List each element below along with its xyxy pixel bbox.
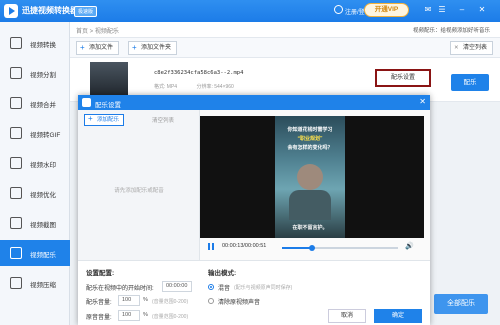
music-volume-input[interactable]: 100 bbox=[118, 295, 140, 306]
title-bar: 迅捷视频转换器 极速版 注册/登录 开通VIP ✉ ☰ – ✕ bbox=[0, 0, 500, 22]
sidebar-item[interactable]: 视频水印 bbox=[0, 150, 70, 176]
sidebar-item-icon bbox=[10, 217, 22, 229]
dialog-close-icon[interactable]: ✕ bbox=[419, 97, 426, 106]
volume-icon[interactable]: 🔊 bbox=[405, 242, 414, 250]
output-mode-title: 输出模式: bbox=[208, 270, 237, 277]
mix-option-label[interactable]: 混音 bbox=[218, 283, 230, 292]
music-list-panel: 添加配乐 清空列表 请先添加配乐或配音 bbox=[78, 110, 200, 260]
sidebar-item[interactable]: 视频转换 bbox=[0, 30, 70, 56]
sidebar-item[interactable]: 视频转GIF bbox=[0, 120, 70, 146]
sidebar-item-label: 视频配乐 bbox=[30, 252, 56, 259]
sidebar-item[interactable]: 视频压缩 bbox=[0, 270, 70, 296]
sidebar-item-label: 视频水印 bbox=[30, 162, 56, 169]
music-volume-unit: % bbox=[143, 297, 148, 303]
start-time-label: 配乐在视频中的开始时间: bbox=[86, 286, 154, 292]
sidebar-item[interactable]: 视频合并 bbox=[0, 90, 70, 116]
music-volume-hint: (音量范围0-200) bbox=[152, 299, 189, 305]
mix-option-note: (配乐与视频原声同时保存) bbox=[234, 285, 293, 291]
file-name: c8e2f336234cfa58c6a3--2.mp4 bbox=[154, 70, 244, 76]
player-controls: 00:00:13/00:00:51 🔊 bbox=[200, 240, 424, 254]
sidebar-item[interactable]: 视频优化 bbox=[0, 180, 70, 206]
file-format: 格式: MP4 bbox=[154, 84, 178, 90]
dub-settings-button[interactable]: 配乐设置 bbox=[375, 69, 431, 87]
cancel-button[interactable]: 取消 bbox=[328, 309, 366, 323]
sidebar-item-icon bbox=[10, 67, 22, 79]
original-volume-input[interactable]: 100 bbox=[118, 310, 140, 321]
dub-all-button[interactable]: 全部配乐 bbox=[434, 294, 488, 314]
add-file-button[interactable]: 添加文件 bbox=[76, 41, 120, 55]
sidebar-item-label: 视频截图 bbox=[30, 222, 56, 229]
sidebar-item-icon bbox=[10, 247, 22, 259]
video-person-face bbox=[297, 164, 323, 190]
sidebar-item-icon bbox=[10, 37, 22, 49]
sidebar-item-label: 视频优化 bbox=[30, 192, 56, 199]
sidebar-item-icon bbox=[10, 187, 22, 199]
file-resolution: 分辨率: 544×960 bbox=[196, 84, 234, 90]
progress-handle[interactable] bbox=[309, 245, 316, 251]
sidebar-item-label: 视频转GIF bbox=[30, 132, 61, 139]
breadcrumb[interactable]: 首页 > 视频配乐 bbox=[76, 26, 119, 35]
original-volume-hint: (音量范围0-200) bbox=[152, 314, 189, 320]
sidebar-item-label: 视频分割 bbox=[30, 72, 56, 79]
add-folder-button[interactable]: 添加文件夹 bbox=[128, 41, 178, 55]
confirm-button[interactable]: 确定 bbox=[374, 309, 422, 323]
feature-tip: 视频配乐：给视频添加好听音乐 bbox=[412, 28, 490, 34]
sidebar: 视频转换视频分割视频合并视频转GIF 视频水印视频优化视频截图视频配乐视频压缩 bbox=[0, 22, 70, 325]
empty-list-hint: 请先添加配乐或配音 bbox=[114, 188, 164, 194]
sidebar-item-icon bbox=[10, 127, 22, 139]
clear-music-list-button[interactable]: 清空列表 bbox=[152, 116, 174, 124]
progress-slider[interactable] bbox=[282, 245, 398, 251]
original-volume-unit: % bbox=[143, 312, 148, 318]
sidebar-item[interactable]: 视频配乐 bbox=[0, 240, 70, 266]
sidebar-item-icon bbox=[10, 277, 22, 289]
app-title: 迅捷视频转换器 bbox=[22, 6, 78, 15]
video-caption: 你知道花钱时需学习 bbox=[287, 127, 333, 133]
video-caption-highlight: “职业规划” bbox=[297, 136, 323, 142]
progress-fill bbox=[282, 247, 313, 249]
video-frame: 你知道花钱时需学习 “职业规划” 会有怎样的变化吗？ 在职不留言护。 bbox=[275, 116, 345, 238]
video-caption: 会有怎样的变化吗？ bbox=[287, 145, 333, 151]
file-meta: 格式: MP4 分辨率: 544×960 bbox=[154, 83, 252, 90]
video-player[interactable]: 你知道花钱时需学习 “职业规划” 会有怎样的变化吗？ 在职不留言护。 bbox=[200, 116, 424, 238]
add-music-button[interactable]: 添加配乐 bbox=[84, 114, 125, 126]
video-preview-panel: 你知道花钱时需学习 “职业规划” 会有怎样的变化吗？ 在职不留言护。 00:00… bbox=[200, 110, 430, 260]
edition-badge: 极速版 bbox=[74, 6, 98, 17]
sidebar-item-label: 视频转换 bbox=[30, 42, 56, 49]
breadcrumb-bar: 首页 > 视频配乐 视频配乐：给视频添加好听音乐 bbox=[70, 22, 500, 38]
sidebar-item-icon bbox=[10, 97, 22, 109]
start-time-input[interactable]: 00:00:00 bbox=[162, 281, 192, 292]
music-volume-label: 配乐音量: bbox=[86, 300, 112, 306]
vip-button[interactable]: 开通VIP bbox=[364, 3, 409, 17]
minimize-icon[interactable]: – bbox=[456, 4, 468, 16]
settings-title: 设置配置: bbox=[86, 270, 115, 277]
menu-icon[interactable]: ☰ bbox=[436, 4, 448, 16]
sidebar-item-label: 视频合并 bbox=[30, 102, 56, 109]
replace-audio-radio[interactable] bbox=[208, 298, 214, 304]
video-subtitle: 在职不留言护。 bbox=[292, 225, 328, 231]
original-volume-label: 原音音量: bbox=[86, 315, 112, 321]
dub-settings-dialog: 配乐设置 ✕ 添加配乐 清空列表 请先添加配乐或配音 你知道花钱时需学习 “职业… bbox=[78, 95, 430, 325]
dub-button[interactable]: 配乐 bbox=[451, 74, 489, 91]
dialog-title: 配乐设置 bbox=[95, 102, 121, 109]
sidebar-item[interactable]: 视频分割 bbox=[0, 60, 70, 86]
sidebar-item-label: 视频压缩 bbox=[30, 282, 56, 289]
clear-list-button[interactable]: 清空列表 bbox=[450, 41, 494, 55]
toolbar: 添加文件 添加文件夹 清空列表 bbox=[70, 38, 500, 58]
replace-audio-label[interactable]: 清除原视频声音 bbox=[218, 297, 260, 306]
pause-icon[interactable] bbox=[208, 243, 214, 250]
close-icon[interactable]: ✕ bbox=[476, 4, 488, 16]
video-person bbox=[289, 190, 331, 220]
playback-time: 00:00:13/00:00:51 bbox=[222, 243, 267, 249]
mail-icon[interactable]: ✉ bbox=[422, 4, 434, 16]
sidebar-item-icon bbox=[10, 157, 22, 169]
user-icon[interactable] bbox=[334, 5, 343, 14]
dialog-header: 配乐设置 ✕ bbox=[78, 95, 430, 110]
sidebar-item[interactable]: 视频截图 bbox=[0, 210, 70, 236]
dialog-settings: 设置配置: 配乐在视频中的开始时间: 00:00:00 配乐音量: 100 % … bbox=[78, 260, 430, 325]
mix-radio[interactable] bbox=[208, 284, 214, 290]
dialog-logo-icon bbox=[82, 98, 91, 107]
app-logo-icon bbox=[4, 4, 18, 18]
